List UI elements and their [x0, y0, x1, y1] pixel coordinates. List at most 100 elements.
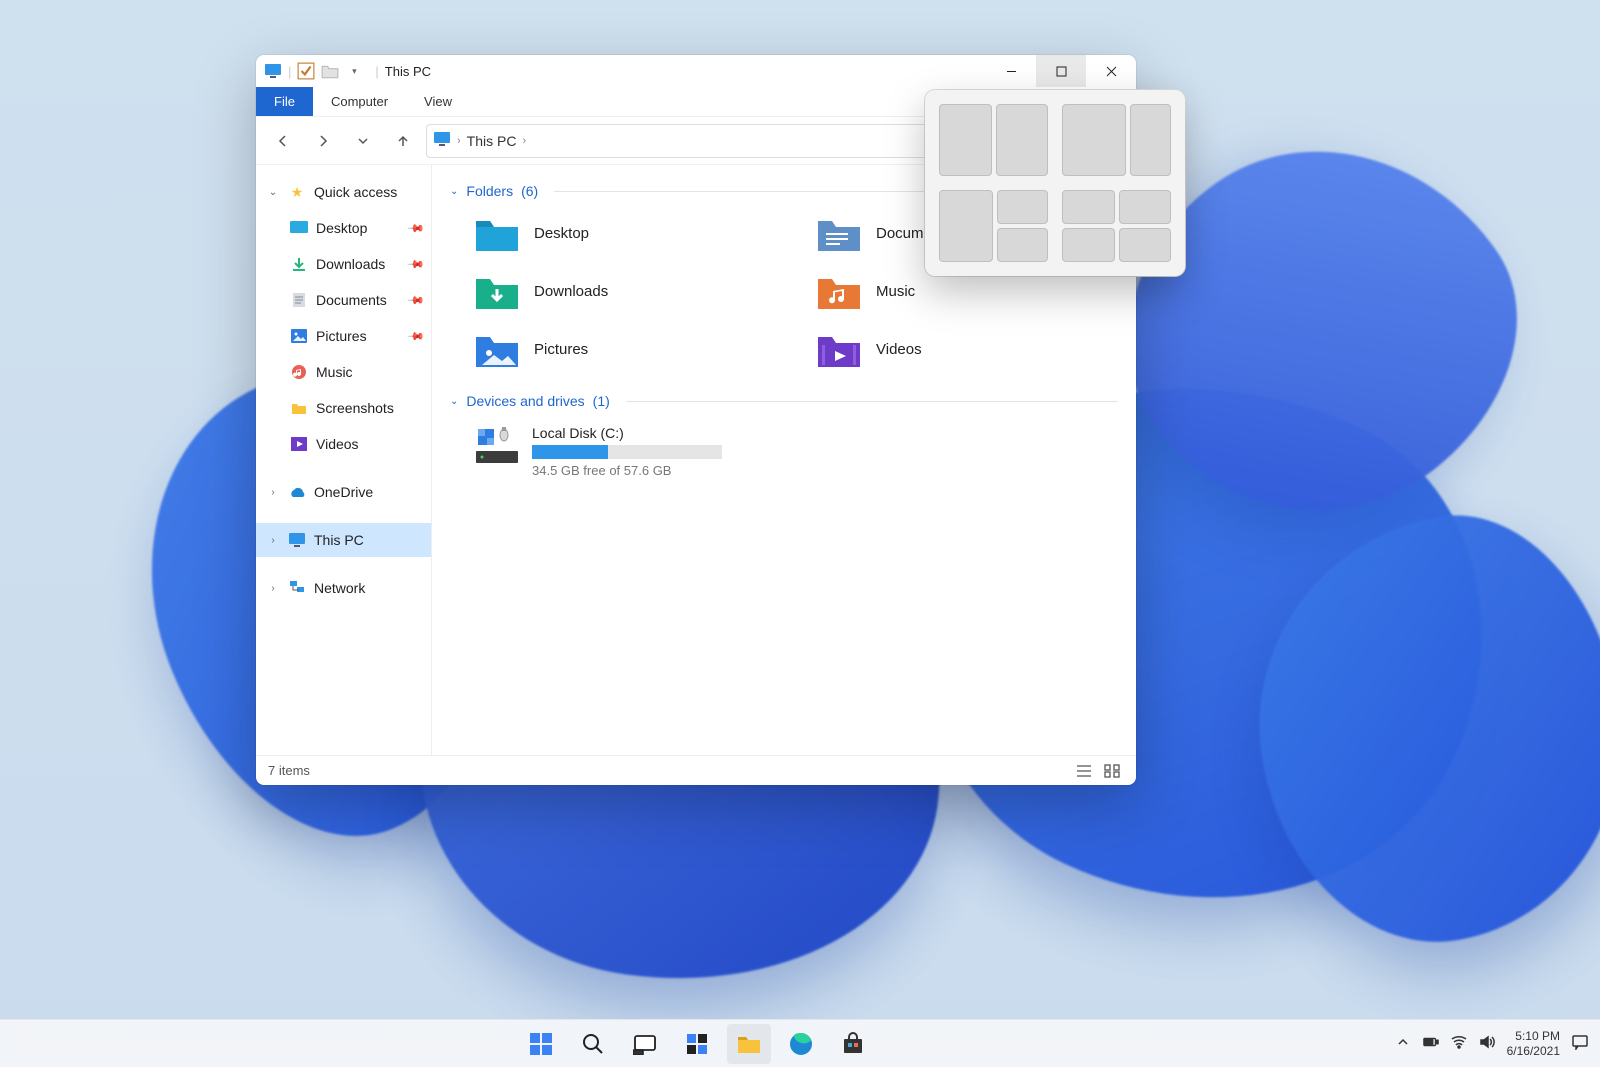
cloud-icon: [288, 483, 306, 501]
snap-layout-two-column-wide-left[interactable]: [1062, 104, 1171, 176]
drive-capacity-bar: [532, 445, 722, 459]
group-count: (1): [593, 393, 610, 409]
taskbar-date: 6/16/2021: [1507, 1044, 1560, 1058]
picture-icon: [290, 327, 308, 345]
back-button[interactable]: [266, 124, 300, 158]
folder-downloads[interactable]: Downloads: [474, 271, 776, 311]
volume-icon[interactable]: [1479, 1034, 1495, 1053]
window-title: This PC: [385, 64, 431, 79]
wifi-icon[interactable]: [1451, 1034, 1467, 1053]
sidebar-label: Network: [314, 580, 365, 596]
qat-sep-icon: |: [288, 64, 291, 79]
status-item-count: 7 items: [268, 763, 310, 778]
taskbar-center: [0, 1024, 1395, 1064]
pin-icon: 📌: [407, 255, 426, 274]
downloads-folder-icon: [474, 271, 520, 311]
sidebar-item-downloads[interactable]: Downloads 📌: [256, 247, 431, 281]
sidebar-item-onedrive[interactable]: › OneDrive: [256, 475, 431, 509]
drive-icon: [474, 425, 520, 467]
sidebar-item-videos[interactable]: Videos: [256, 427, 431, 461]
sidebar-item-music[interactable]: Music: [256, 355, 431, 389]
snap-layout-quad[interactable]: [1062, 190, 1171, 262]
tab-view[interactable]: View: [406, 87, 470, 116]
chevron-right-icon[interactable]: ›: [266, 583, 280, 594]
task-view-button[interactable]: [623, 1024, 667, 1064]
sidebar-label: Videos: [316, 436, 359, 452]
chevron-down-icon[interactable]: ⌄: [450, 186, 458, 197]
sidebar-label: Documents: [316, 292, 387, 308]
folder-videos[interactable]: Videos: [816, 329, 1118, 369]
address-location[interactable]: This PC: [467, 133, 517, 149]
close-button[interactable]: [1086, 55, 1136, 87]
download-icon: [290, 255, 308, 273]
minimize-button[interactable]: [986, 55, 1036, 87]
monitor-icon: [288, 531, 306, 549]
notifications-button[interactable]: [1572, 1034, 1588, 1053]
chevron-down-icon[interactable]: ⌄: [450, 396, 458, 407]
edge-taskbar-button[interactable]: [779, 1024, 823, 1064]
chevron-right-icon[interactable]: ›: [266, 487, 280, 498]
properties-check-icon[interactable]: [297, 63, 315, 79]
taskbar-time: 5:10 PM: [1507, 1029, 1560, 1043]
folder-icon[interactable]: [321, 63, 339, 79]
sidebar-item-network[interactable]: › Network: [256, 571, 431, 605]
qat-dropdown-icon[interactable]: ▾: [345, 63, 363, 79]
up-button[interactable]: [386, 124, 420, 158]
sidebar-label: This PC: [314, 532, 364, 548]
sidebar-item-screenshots[interactable]: Screenshots: [256, 391, 431, 425]
search-button[interactable]: [571, 1024, 615, 1064]
widgets-button[interactable]: [675, 1024, 719, 1064]
titlebar[interactable]: | ▾ | This PC: [256, 55, 1136, 87]
snap-layout-three-column[interactable]: [939, 190, 1048, 262]
maximize-button[interactable]: [1036, 55, 1086, 87]
folder-label: Pictures: [534, 341, 588, 358]
title-separator: |: [375, 64, 378, 79]
snap-layouts-flyout: [925, 90, 1185, 276]
sidebar-item-pictures[interactable]: Pictures 📌: [256, 319, 431, 353]
details-view-button[interactable]: [1072, 760, 1096, 782]
star-icon: ★: [288, 183, 306, 201]
battery-icon[interactable]: [1423, 1034, 1439, 1053]
chevron-right-icon[interactable]: ›: [522, 135, 526, 147]
folder-label: Music: [876, 283, 915, 300]
video-icon: [290, 435, 308, 453]
tab-computer[interactable]: Computer: [313, 87, 406, 116]
snap-layout-two-column[interactable]: [939, 104, 1048, 176]
sidebar-item-this-pc[interactable]: › This PC: [256, 523, 431, 557]
folder-pictures[interactable]: Pictures: [474, 329, 776, 369]
file-explorer-taskbar-button[interactable]: [727, 1024, 771, 1064]
sidebar-label: Pictures: [316, 328, 367, 344]
chevron-right-icon[interactable]: ›: [457, 135, 461, 147]
folder-desktop[interactable]: Desktop: [474, 213, 776, 253]
forward-button[interactable]: [306, 124, 340, 158]
monitor-icon: [433, 131, 451, 150]
folder-label: Desktop: [534, 225, 589, 242]
pictures-folder-icon: [474, 329, 520, 369]
start-button[interactable]: [519, 1024, 563, 1064]
large-icons-view-button[interactable]: [1100, 760, 1124, 782]
chevron-right-icon[interactable]: ›: [266, 535, 280, 546]
tray-overflow-button[interactable]: [1395, 1034, 1411, 1053]
drive-local-disk-c[interactable]: Local Disk (C:) 34.5 GB free of 57.6 GB: [450, 415, 1118, 488]
pin-icon: 📌: [407, 291, 426, 310]
sidebar-item-documents[interactable]: Documents 📌: [256, 283, 431, 317]
chevron-down-icon[interactable]: ⌄: [266, 187, 280, 198]
folder-label: Downloads: [534, 283, 608, 300]
recent-dropdown-button[interactable]: [346, 124, 380, 158]
divider: [626, 401, 1118, 402]
desktop-folder-icon: [474, 213, 520, 253]
tab-file[interactable]: File: [256, 87, 313, 116]
sidebar-item-quick-access[interactable]: ⌄ ★ Quick access: [256, 175, 431, 209]
folder-music[interactable]: Music: [816, 271, 1118, 311]
group-header-drives[interactable]: ⌄ Devices and drives (1): [450, 387, 1118, 415]
taskbar: 5:10 PM 6/16/2021: [0, 1019, 1600, 1067]
pin-icon: 📌: [407, 327, 426, 346]
monitor-icon[interactable]: [264, 63, 282, 79]
folder-icon: [290, 399, 308, 417]
drive-free-text: 34.5 GB free of 57.6 GB: [532, 463, 722, 478]
desktop-icon: [290, 219, 308, 237]
sidebar-item-desktop[interactable]: Desktop 📌: [256, 211, 431, 245]
quick-access-toolbar: | ▾: [264, 63, 363, 79]
store-taskbar-button[interactable]: [831, 1024, 875, 1064]
taskbar-clock[interactable]: 5:10 PM 6/16/2021: [1507, 1029, 1560, 1058]
